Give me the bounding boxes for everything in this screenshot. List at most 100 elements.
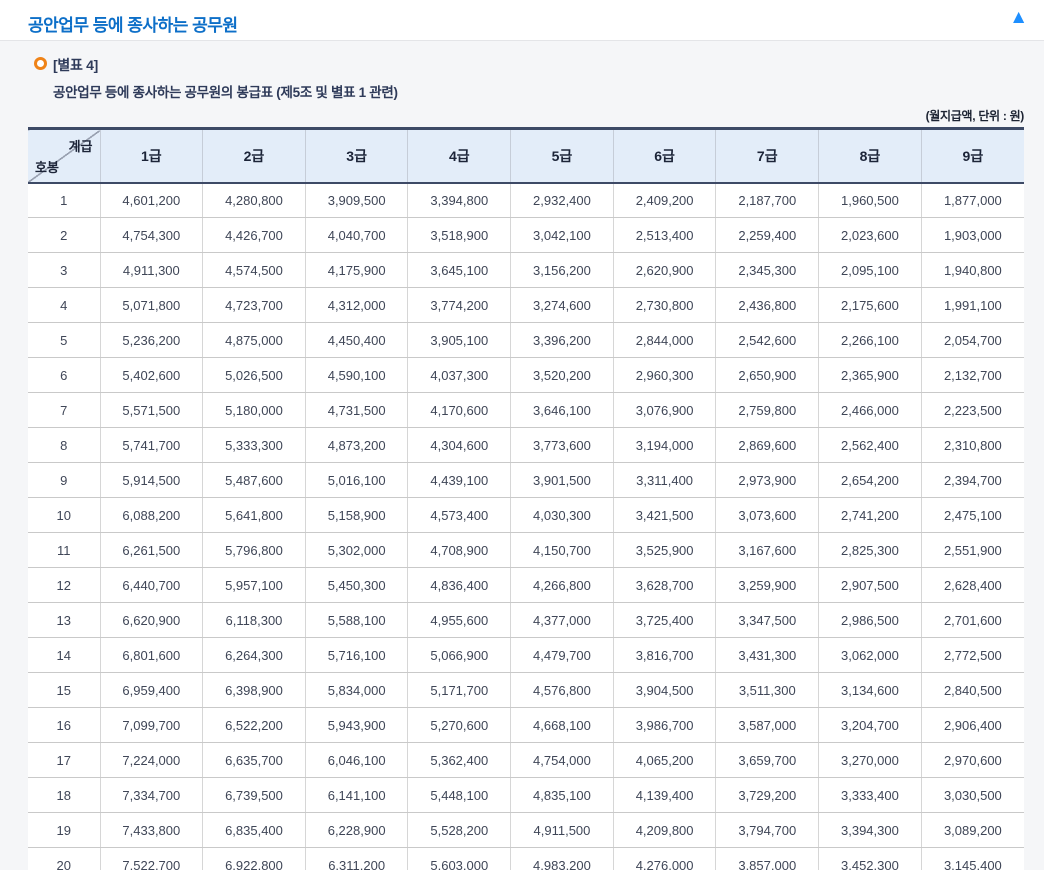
salary-value-cell: 2,542,600 — [715, 322, 819, 358]
title-bar: 공안업무 등에 종사하는 공무원 ▲ — [0, 0, 1044, 41]
column-header-grade-8: 8급 — [818, 127, 922, 184]
salary-value-cell: 3,774,200 — [407, 287, 511, 323]
salary-value-cell: 3,511,300 — [715, 672, 819, 708]
salary-value-cell: 3,816,700 — [612, 637, 716, 673]
salary-value-cell: 6,398,900 — [202, 672, 306, 708]
salary-value-cell: 2,023,600 — [818, 217, 922, 253]
salary-value-cell: 4,426,700 — [202, 217, 306, 253]
table-row: 15 6,959,400 6,398,900 5,834,000 5,171,700 4,… — [28, 672, 1024, 708]
table-row: 12 6,440,700 5,957,100 5,450,300 4,836,400 4,… — [28, 567, 1024, 603]
salary-value-cell: 4,754,300 — [99, 217, 203, 253]
salary-value-cell: 4,439,100 — [407, 462, 511, 498]
salary-value-cell: 5,641,800 — [202, 497, 306, 533]
table-row: 8 5,741,700 5,333,300 4,873,200 4,304,600 3,7… — [28, 427, 1024, 463]
salary-value-cell: 1,940,800 — [920, 252, 1024, 288]
salary-value-cell: 6,118,300 — [202, 602, 306, 638]
salary-value-cell: 3,394,800 — [407, 182, 511, 218]
salary-value-cell: 3,396,200 — [510, 322, 614, 358]
salary-value-cell: 3,729,200 — [715, 777, 819, 813]
step-number-cell: 19 — [28, 812, 100, 848]
salary-value-cell: 2,223,500 — [920, 392, 1024, 428]
salary-value-cell: 3,089,200 — [920, 812, 1024, 848]
salary-value-cell: 4,590,100 — [304, 357, 408, 393]
salary-value-cell: 6,311,200 — [304, 847, 408, 870]
salary-value-cell: 4,754,000 — [510, 742, 614, 778]
column-header-grade-9: 9급 — [920, 127, 1024, 184]
salary-value-cell: 3,587,000 — [715, 707, 819, 743]
salary-value-cell: 2,907,500 — [818, 567, 922, 603]
salary-value-cell: 6,739,500 — [202, 777, 306, 813]
table-row: 3 4,911,300 4,574,500 4,175,900 3,645,100 3,1… — [28, 252, 1024, 288]
column-header-grade-5: 5급 — [510, 127, 614, 184]
step-number-cell: 1 — [28, 182, 100, 218]
salary-value-cell: 2,730,800 — [612, 287, 716, 323]
salary-value-cell: 3,431,300 — [715, 637, 819, 673]
salary-value-cell: 3,156,200 — [510, 252, 614, 288]
salary-value-cell: 5,180,000 — [202, 392, 306, 428]
salary-value-cell: 2,054,700 — [920, 322, 1024, 358]
table-row: 17 7,224,000 6,635,700 6,046,100 5,362,400 4,… — [28, 742, 1024, 778]
salary-value-cell: 3,076,900 — [612, 392, 716, 428]
salary-value-cell: 5,362,400 — [407, 742, 511, 778]
table-row: 10 6,088,200 5,641,800 5,158,900 4,573,400 4,… — [28, 497, 1024, 533]
salary-value-cell: 3,901,500 — [510, 462, 614, 498]
salary-value-cell: 4,479,700 — [510, 637, 614, 673]
salary-value-cell: 4,835,100 — [510, 777, 614, 813]
salary-value-cell: 5,236,200 — [99, 322, 203, 358]
salary-value-cell: 3,794,700 — [715, 812, 819, 848]
salary-value-cell: 5,450,300 — [304, 567, 408, 603]
salary-value-cell: 3,659,700 — [715, 742, 819, 778]
salary-value-cell: 3,394,300 — [818, 812, 922, 848]
collapse-triangle-icon[interactable]: ▲ — [1007, 6, 1030, 29]
salary-value-cell: 2,840,500 — [920, 672, 1024, 708]
step-number-cell: 7 — [28, 392, 100, 428]
salary-value-cell: 2,620,900 — [612, 252, 716, 288]
salary-value-cell: 5,171,700 — [407, 672, 511, 708]
salary-value-cell: 1,960,500 — [818, 182, 922, 218]
step-number-cell: 6 — [28, 357, 100, 393]
column-header-grade-1: 1급 — [99, 127, 203, 184]
salary-value-cell: 5,528,200 — [407, 812, 511, 848]
salary-value-cell: 3,452,300 — [818, 847, 922, 870]
salary-value-cell: 6,835,400 — [202, 812, 306, 848]
step-number-cell: 8 — [28, 427, 100, 463]
salary-value-cell: 3,311,400 — [612, 462, 716, 498]
table-row: 13 6,620,900 6,118,300 5,588,100 4,955,600 4,… — [28, 602, 1024, 638]
salary-value-cell: 5,071,800 — [99, 287, 203, 323]
salary-value-cell: 4,030,300 — [510, 497, 614, 533]
salary-value-cell: 4,170,600 — [407, 392, 511, 428]
salary-value-cell: 5,066,900 — [407, 637, 511, 673]
salary-value-cell: 2,095,100 — [818, 252, 922, 288]
step-number-cell: 5 — [28, 322, 100, 358]
salary-value-cell: 5,603,000 — [407, 847, 511, 870]
salary-value-cell: 6,141,100 — [304, 777, 408, 813]
table-row: 9 5,914,500 5,487,600 5,016,100 4,439,100 3,9… — [28, 462, 1024, 498]
salary-value-cell: 5,943,900 — [304, 707, 408, 743]
table-row: 5 5,236,200 4,875,000 4,450,400 3,905,100 3,3… — [28, 322, 1024, 358]
salary-value-cell: 7,224,000 — [99, 742, 203, 778]
salary-value-cell: 3,062,000 — [818, 637, 922, 673]
table-row: 16 7,099,700 6,522,200 5,943,900 5,270,600 4,… — [28, 707, 1024, 743]
salary-value-cell: 6,261,500 — [99, 532, 203, 568]
salary-value-cell: 2,772,500 — [920, 637, 1024, 673]
table-row: 7 5,571,500 5,180,000 4,731,500 4,170,600 3,6… — [28, 392, 1024, 428]
salary-value-cell: 4,955,600 — [407, 602, 511, 638]
step-number-cell: 20 — [28, 847, 100, 870]
step-number-cell: 9 — [28, 462, 100, 498]
table-row: 2 4,754,300 4,426,700 4,040,700 3,518,900 3,0… — [28, 217, 1024, 253]
salary-value-cell: 7,433,800 — [99, 812, 203, 848]
salary-value-cell: 2,562,400 — [818, 427, 922, 463]
salary-value-cell: 2,869,600 — [715, 427, 819, 463]
column-header-grade-7: 7급 — [715, 127, 819, 184]
salary-value-cell: 3,520,200 — [510, 357, 614, 393]
salary-value-cell: 3,421,500 — [612, 497, 716, 533]
step-number-cell: 3 — [28, 252, 100, 288]
salary-value-cell: 3,725,400 — [612, 602, 716, 638]
step-number-cell: 10 — [28, 497, 100, 533]
salary-value-cell: 5,270,600 — [407, 707, 511, 743]
salary-value-cell: 3,042,100 — [510, 217, 614, 253]
orange-ring-bullet-icon — [34, 57, 47, 70]
salary-value-cell: 4,601,200 — [99, 182, 203, 218]
salary-value-cell: 3,259,900 — [715, 567, 819, 603]
step-number-cell: 11 — [28, 532, 100, 568]
